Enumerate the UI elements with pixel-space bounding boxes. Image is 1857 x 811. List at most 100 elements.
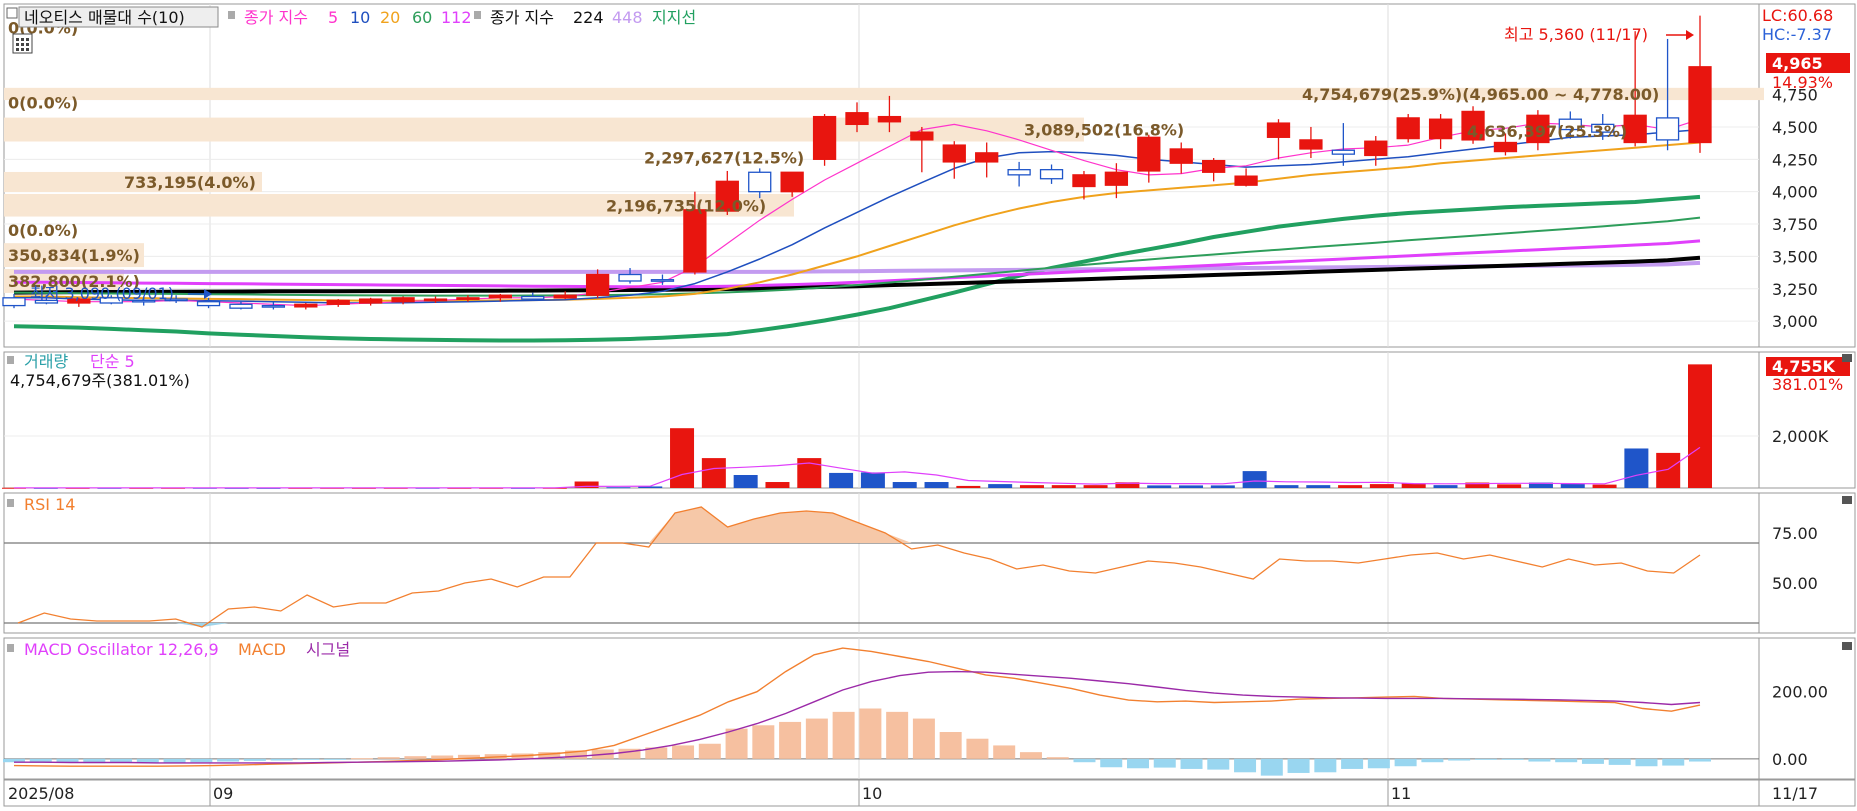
candle-body [2,297,26,307]
macd-osc-bar [1689,758,1711,762]
macd-osc-bar [431,755,454,759]
volume-profile-label: 4,636,397(25.3%) [1467,122,1627,141]
x-label: 11 [1391,784,1411,803]
macd-tick: 0.00 [1772,750,1808,769]
macd-osc-bar [993,745,1016,759]
rsi-tick: 50.00 [1772,574,1818,593]
volume-bar [701,458,726,488]
candle-body [1493,141,1518,153]
macd-osc-bar [217,758,240,762]
legend-support: 지지선 [652,8,696,27]
macd-osc-bar [270,758,293,761]
macd-osc-bar [672,745,695,759]
candle-body [618,273,642,282]
volume-bar [1338,485,1363,488]
volume-info: 4,754,679주(381.01%) [10,371,190,390]
volume-bar [1242,471,1267,488]
x-label: 2025/08 [8,784,74,803]
volume-bar [670,428,695,488]
close-icon [1842,496,1852,504]
candle-body [1202,159,1226,173]
volume-tag: 4,755K [1772,357,1836,376]
volume-bar [1560,483,1585,488]
candle-body [812,115,837,160]
candle-body [1688,66,1712,144]
candle-body [294,303,318,308]
volume-bar [924,482,949,488]
macd-osc-bar [1608,758,1631,765]
macd-osc-bar [1421,758,1444,763]
macd-osc-bar [1019,752,1042,759]
rsi-tick: 75.00 [1772,524,1818,543]
price-tick: 4,250 [1772,150,1818,169]
macd-osc-bar [1635,758,1658,767]
macd-osc-bar [1234,758,1257,773]
candle-body [1331,149,1355,155]
price-tag: 4,965 [1772,54,1823,73]
rsi-legend-title: RSI 14 [24,495,75,514]
low-label: 최저 3,090 (09/01) [30,284,174,303]
macd-osc-bar [1474,758,1497,760]
macd-osc-bar [297,758,320,760]
volume-profile-label: 350,834(1.9%) [8,246,140,265]
x-label: 10 [862,784,882,803]
candle-body [1655,117,1680,141]
legend-ma2-label: 종가 지수 [490,8,554,27]
price-tick: 4,000 [1772,183,1818,202]
candle-body [521,295,545,300]
macd-osc-bar [404,756,427,759]
macd-osc-bar [1260,758,1283,776]
macd-osc-bar [1180,758,1203,769]
macd-tick: 200.00 [1772,683,1828,702]
macd-osc-bar [1207,758,1230,770]
high-label: 최고 5,360 (11/17) [1504,25,1648,44]
volume-bar [829,472,854,488]
volume-bar [1497,484,1522,488]
volume-bar [892,482,917,488]
candle-body [585,273,610,296]
macd-osc-bar [1046,757,1069,759]
macd-osc-bar [752,725,775,759]
candle-body [683,209,707,273]
macd-osc-bar [886,711,909,759]
macd-osc-bar [1501,758,1524,760]
volume-bar [860,472,885,488]
volume-bar [1369,484,1394,488]
volume-bar [765,482,790,488]
volume-profile-label: 4,754,679(25.9%)(4,965.00 ~ 4,778.00) [1302,85,1659,104]
candle-body [261,304,286,308]
volume-profile-label: 0(0.0%) [8,93,78,112]
macd-osc-bar [1341,758,1364,769]
macd-osc-bar [1448,758,1471,761]
candle-body [1039,169,1064,180]
legend-box-icon [6,7,18,19]
stock-chart[interactable]: 2025/08 09 10 11 11/17 3,000 3,250 3,500 3,750 4,… [0,0,1857,811]
candle-body [1299,139,1323,150]
candle-body [196,301,221,307]
candle-body [1169,148,1193,164]
legend-marker [7,644,14,652]
volume-bar [1274,485,1299,488]
price-tick: 3,750 [1772,215,1818,234]
candle-body [229,303,253,309]
candle-body [1072,174,1096,188]
macd-osc-bar [1100,758,1123,768]
volume-bar [733,475,758,488]
macd-osc-bar [1127,758,1149,769]
candle-body [326,299,350,305]
calculator-icon-key [21,43,24,46]
candle-body [942,144,966,163]
volume-bar [956,485,981,488]
volume-bar [1592,484,1617,488]
macd-osc-bar [243,758,266,761]
macd-osc-bar [1287,758,1310,773]
legend-ma-period: 20 [380,8,400,27]
calculator-icon-key [26,43,29,46]
macd-osc-bar [1367,758,1390,769]
macd-osc-bar [912,718,935,759]
calculator-icon-key [16,48,19,51]
candle-body [748,171,772,193]
volume-tick: 2,000K [1772,427,1829,446]
candle-body [1364,140,1388,157]
volume-bar [1433,485,1458,488]
